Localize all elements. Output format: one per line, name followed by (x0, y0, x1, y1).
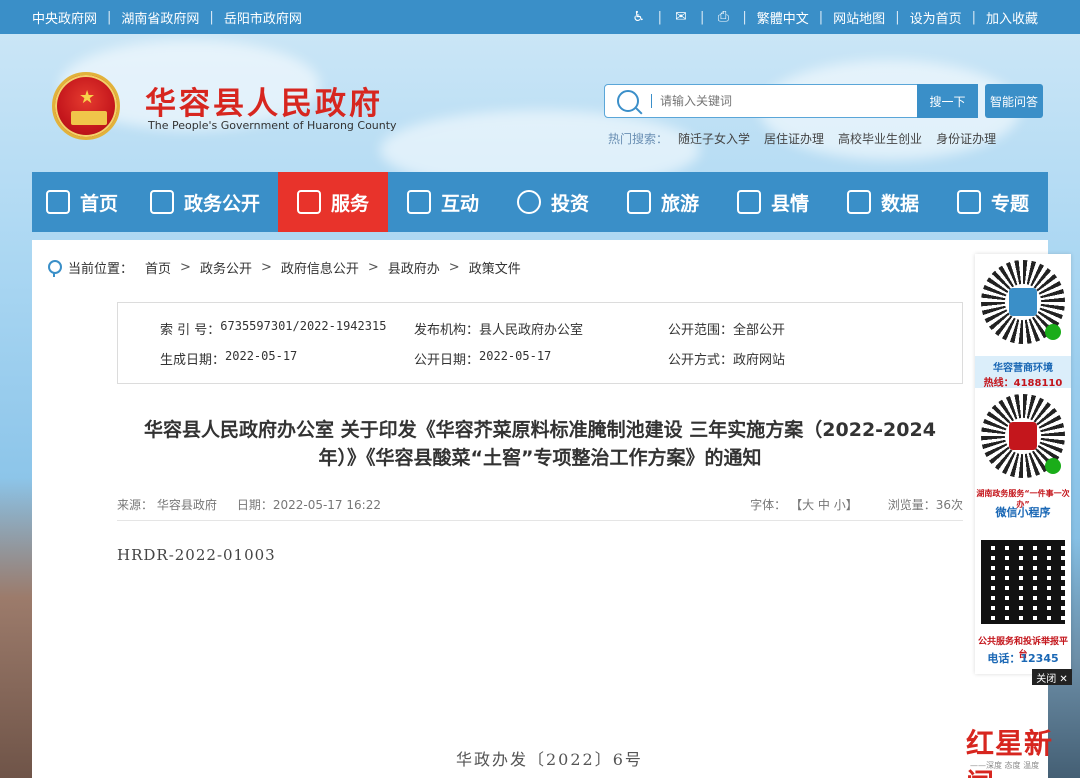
mini-program-icon (1045, 458, 1061, 474)
nav-tourism[interactable]: 旅游 (608, 172, 718, 232)
meta-index-label: 索 引 号： (160, 323, 221, 338)
nav-services[interactable]: 服务 (278, 172, 388, 232)
mini-program-icon (1045, 324, 1061, 340)
hot-item-residence[interactable]: 居住证办理 (764, 130, 824, 147)
qr-code-business-environment[interactable] (981, 260, 1065, 344)
star-icon (956, 190, 981, 214)
national-emblem-logo[interactable]: ★ (52, 72, 120, 140)
link-central-gov[interactable]: 中央政府网 (32, 8, 97, 27)
nav-gov-affairs[interactable]: 政务公开 (132, 172, 278, 232)
link-add-favorite[interactable]: 加入收藏 (986, 8, 1038, 27)
hot-search-label: 热门搜索： (608, 132, 669, 146)
search-button[interactable]: 搜一下 (917, 84, 978, 118)
nav-investment[interactable]: 投资 (498, 172, 608, 232)
print-icon[interactable]: ⎙ (714, 8, 732, 26)
site-header: ★ 华容县人民政府 The People's Government of Hua… (0, 34, 1080, 172)
meta-scope-value: 全部公开 (733, 323, 786, 338)
nav-home[interactable]: 首页 (32, 172, 132, 232)
money-bag-icon (516, 190, 541, 214)
content-panel: 当前位置： 首页 > 政务公开 > 政府信息公开 > 县政府办 > 政策文件 索… (32, 240, 1048, 778)
document-meta-table: 索 引 号： 6735597301/2022-1942315 发布机构： 县人民政府… (117, 302, 963, 384)
qr1-caption: 华容营商环境 热线：4188110 (975, 356, 1071, 389)
chart-icon (846, 190, 871, 214)
breadcrumb-policy-docs[interactable]: 政策文件 (469, 258, 521, 277)
site-title[interactable]: 华容县人民政府 (145, 78, 383, 123)
link-set-homepage[interactable]: 设为首页 (910, 8, 962, 27)
nav-county-info[interactable]: 县情 (718, 172, 828, 232)
ai-qa-button[interactable]: 智能问答 (985, 84, 1043, 118)
qr3-caption-line2: 电话：12345 (987, 652, 1059, 665)
hot-search: 热门搜索： 随迁子女入学 居住证办理 高校毕业生创业 身份证办理 (608, 130, 1010, 147)
qr-code-12345[interactable] (981, 540, 1065, 624)
breadcrumb-county-office[interactable]: 县政府办 (388, 258, 440, 277)
link-traditional-chinese[interactable]: 繁體中文 (757, 8, 809, 27)
document-icon (149, 190, 174, 214)
font-size-label: 字体： (750, 498, 787, 512)
meta-index-value: 6735597301/2022-1942315 (220, 319, 387, 333)
qr2-caption-line2: 微信小程序 (995, 506, 1051, 519)
plane-icon (626, 190, 651, 214)
document-source: 来源： 华容县政府 (117, 498, 217, 512)
document-source-bar: 来源： 华容县政府 日期：2022-05-17 16:22 字体： 【大 中 小… (117, 496, 963, 513)
search-input[interactable] (660, 94, 900, 108)
close-float-button[interactable]: 关闭 ✕ (1032, 669, 1072, 685)
document-title: 华容县人民政府办公室 关于印发《华容芥菜原料标准腌制池建设 三年实施方案（202… (117, 416, 963, 472)
breadcrumb-home[interactable]: 首页 (145, 258, 171, 277)
breadcrumb-info-public[interactable]: 政府信息公开 (281, 258, 359, 277)
watermark-slogan: ——深度 态度 温度 (970, 761, 1040, 770)
link-hunan-gov[interactable]: 湖南省政府网 (121, 8, 199, 27)
nav-data[interactable]: 数据 (828, 172, 938, 232)
meta-method-label: 公开方式： (668, 353, 734, 368)
document-title-line1: 华容县人民政府办公室 关于印发《华容芥菜原料标准腌制池建设 三年实施方案（202… (144, 419, 936, 441)
hot-item-school[interactable]: 随迁子女入学 (678, 130, 750, 147)
chat-icon (406, 190, 431, 214)
divider (117, 520, 963, 521)
wechat-icon[interactable]: ✉ (672, 8, 690, 26)
document-title-line2: 年）》《华容县酸菜“土窖”专项整治工作方案》的通知 (318, 447, 762, 469)
monitor-icon (296, 190, 321, 214)
meta-created-value: 2022-05-17 (225, 349, 298, 363)
top-bar: 中央政府网 | 湖南省政府网 | 岳阳市政府网 ♿ | ✉ | ⎙ | 繁體中文… (0, 0, 1080, 34)
breadcrumb-label: 当前位置： (68, 262, 134, 277)
site-subtitle: The People's Government of Huarong Count… (148, 119, 397, 132)
document-date: 日期：2022-05-17 16:22 (236, 498, 381, 512)
document-number: 华政办发〔2022〕6号 (456, 750, 643, 769)
meta-public-date-value: 2022-05-17 (479, 349, 552, 363)
breadcrumb: 当前位置： 首页 > 政务公开 > 政府信息公开 > 县政府办 > 政策文件 (48, 258, 521, 277)
meta-created-label: 生成日期： (160, 353, 226, 368)
meta-publisher-value: 县人民政府办公室 (479, 323, 584, 338)
meta-scope-label: 公开范围： (668, 323, 734, 338)
meta-publisher-label: 发布机构： (414, 323, 480, 338)
qr-code-one-thing-service[interactable] (981, 394, 1065, 478)
floating-qr-panel: 华容营商环境 热线：4188110 湖南政务服务“一件事一次办” 微信小程序 公… (975, 254, 1071, 674)
nav-interaction[interactable]: 互动 (388, 172, 498, 232)
link-yueyang-gov[interactable]: 岳阳市政府网 (224, 8, 302, 27)
nav-special[interactable]: 专题 (938, 172, 1048, 232)
location-pin-icon (48, 259, 62, 277)
meta-public-date-label: 公开日期： (414, 353, 480, 368)
view-count: 浏览量：36次 (887, 498, 963, 512)
home-icon (45, 190, 70, 214)
hot-item-idcard[interactable]: 身份证办理 (936, 130, 996, 147)
breadcrumb-gov-affairs[interactable]: 政务公开 (200, 258, 252, 277)
hot-item-graduate[interactable]: 高校毕业生创业 (838, 130, 922, 147)
font-size-options[interactable]: 【大 中 小】 (790, 496, 858, 513)
accessibility-icon[interactable]: ♿ (630, 8, 648, 26)
link-sitemap[interactable]: 网站地图 (833, 8, 885, 27)
main-nav: 首页 政务公开 服务 互动 投资 旅游 县情 数据 专题 (32, 172, 1048, 232)
document-code: HRDR-2022-01003 (117, 546, 276, 564)
building-icon (736, 190, 761, 214)
meta-method-value: 政府网站 (733, 353, 786, 368)
search-icon (617, 90, 639, 112)
